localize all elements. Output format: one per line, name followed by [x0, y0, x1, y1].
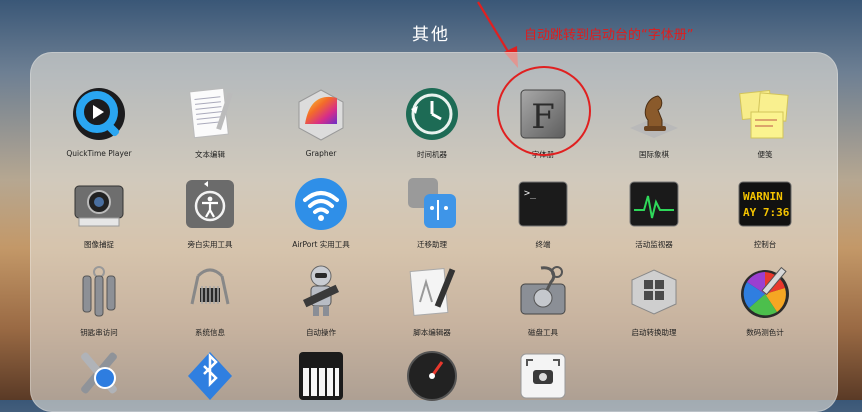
app-label: AirPort 实用工具: [292, 240, 350, 249]
script-editor-icon: [409, 268, 456, 316]
app-screenshot[interactable]: [488, 346, 598, 406]
app-label: 控制台: [753, 240, 777, 249]
app-system-information[interactable]: 系统信息: [155, 262, 265, 338]
app-label: Grapher: [305, 149, 337, 158]
image-capture-icon: [74, 185, 124, 227]
console-line-1: WARNIN: [743, 190, 783, 203]
app-textedit[interactable]: 文本编辑: [155, 84, 265, 160]
app-grapher[interactable]: Grapher: [266, 84, 376, 158]
app-label: 自动操作: [306, 328, 336, 337]
app-label: 时间机器: [417, 150, 447, 159]
console-line-2: AY 7:36: [743, 206, 790, 219]
system-information-icon: [190, 268, 230, 305]
screenshot-icon: [520, 353, 566, 399]
app-dashboard[interactable]: [377, 346, 487, 406]
app-disk-utility[interactable]: 磁盘工具: [488, 262, 598, 338]
app-automator[interactable]: 自动操作: [266, 262, 376, 338]
airport-utility-icon: [295, 178, 347, 230]
chess-icon: [630, 95, 678, 138]
folder-title[interactable]: 其他: [0, 20, 862, 45]
app-keychain[interactable]: 钥匙串访问: [44, 262, 154, 338]
voiceover-utility-icon: [186, 180, 234, 228]
app-label: 文本编辑: [195, 150, 225, 159]
app-airport-utility[interactable]: AirPort 实用工具: [266, 174, 376, 250]
app-label: 迁移助理: [417, 240, 447, 249]
disk-utility-icon: [520, 266, 566, 315]
app-label: 磁盘工具: [528, 328, 558, 337]
app-quicktime[interactable]: QuickTime Player: [44, 84, 154, 158]
app-label: 启动转换助理: [631, 328, 677, 337]
app-piano[interactable]: [266, 346, 376, 406]
app-label: 数码测色计: [746, 328, 784, 337]
migration-assistant-icon: [408, 178, 456, 228]
automator-icon: [302, 265, 340, 316]
stickies-icon: [739, 89, 789, 139]
piano-icon: [299, 352, 343, 400]
app-bluetooth[interactable]: [155, 346, 265, 406]
app-label: 旁白实用工具: [187, 240, 233, 249]
color-meter-icon: [741, 266, 789, 318]
app-label: 钥匙串访问: [80, 328, 118, 337]
bluetooth-icon: [188, 352, 232, 400]
font-book-highlight-circle: [497, 66, 591, 156]
app-label: 系统信息: [195, 328, 225, 337]
textedit-icon: [189, 87, 233, 139]
app-label: 脚本编辑器: [413, 328, 451, 337]
boot-camp-icon: [631, 269, 677, 315]
app-stickies[interactable]: 便笺: [710, 84, 820, 160]
app-utilities[interactable]: [44, 346, 154, 406]
app-label: QuickTime Player: [66, 149, 132, 158]
app-console[interactable]: WARNIN AY 7:36 控制台: [710, 174, 820, 250]
quicktime-icon: [73, 88, 125, 140]
keychain-icon: [82, 266, 116, 317]
app-image-capture[interactable]: 图像捕捉: [44, 174, 154, 250]
app-voiceover-utility[interactable]: 旁白实用工具: [155, 174, 265, 250]
app-activity-monitor[interactable]: 活动监视器: [599, 174, 709, 250]
terminal-prompt: >_: [524, 188, 537, 199]
annotation-text: 自动跳转到启动台的“字体册”: [524, 28, 694, 43]
grapher-icon: [298, 89, 344, 141]
time-machine-icon: [406, 88, 458, 140]
app-script-editor[interactable]: 脚本编辑器: [377, 262, 487, 338]
app-label: 活动监视器: [635, 240, 673, 249]
app-boot-camp[interactable]: 启动转换助理: [599, 262, 709, 338]
app-label: 便笺: [757, 150, 773, 159]
app-terminal[interactable]: >_ 终端: [488, 174, 598, 250]
console-icon: WARNIN AY 7:36: [738, 181, 792, 227]
dashboard-icon: [407, 351, 457, 401]
app-label: 终端: [535, 240, 551, 249]
app-label: 国际象棋: [639, 150, 669, 159]
app-time-machine[interactable]: 时间机器: [377, 84, 487, 160]
app-color-meter[interactable]: 数码测色计: [710, 262, 820, 338]
app-label: 图像捕捉: [84, 240, 114, 249]
terminal-icon: >_: [518, 181, 568, 227]
app-chess[interactable]: 国际象棋: [599, 84, 709, 160]
app-migration-assistant[interactable]: 迁移助理: [377, 174, 487, 250]
utilities-icon: [81, 352, 117, 394]
activity-monitor-icon: [629, 181, 679, 227]
